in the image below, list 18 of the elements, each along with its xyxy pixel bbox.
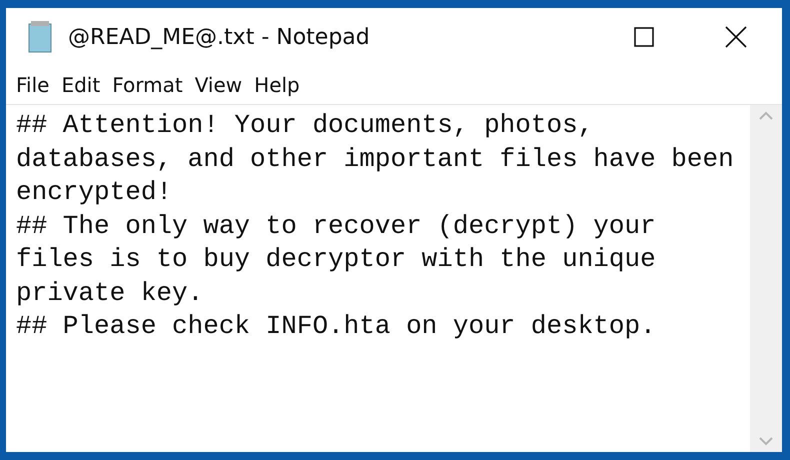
menu-item[interactable]: Help (248, 73, 306, 97)
text-line: ## Please check INFO.hta on your desktop. (16, 310, 657, 343)
window-title: @READ_ME@.txt - Notepad (68, 24, 371, 50)
text-line: ## Attention! Your documents, photos, (16, 109, 594, 142)
scroll-up-icon[interactable] (759, 111, 773, 120)
close-icon (725, 26, 747, 48)
text-line: encrypted! (16, 176, 174, 209)
scrollbar[interactable] (750, 105, 782, 452)
menu-item[interactable]: File (10, 73, 56, 97)
text-line: files is to buy decryptor with the unique (16, 243, 657, 276)
text-line: databases, and other important files have been (16, 142, 735, 176)
menu-item[interactable]: View (188, 73, 248, 97)
scroll-down-icon[interactable] (759, 437, 773, 446)
text-line: private key. (16, 276, 204, 310)
text-line: ## The only way to recover (decrypt) your (16, 210, 657, 242)
maximize-icon (634, 27, 654, 47)
menu-item[interactable]: Format (106, 73, 189, 97)
menu-item[interactable]: Edit (55, 73, 106, 97)
